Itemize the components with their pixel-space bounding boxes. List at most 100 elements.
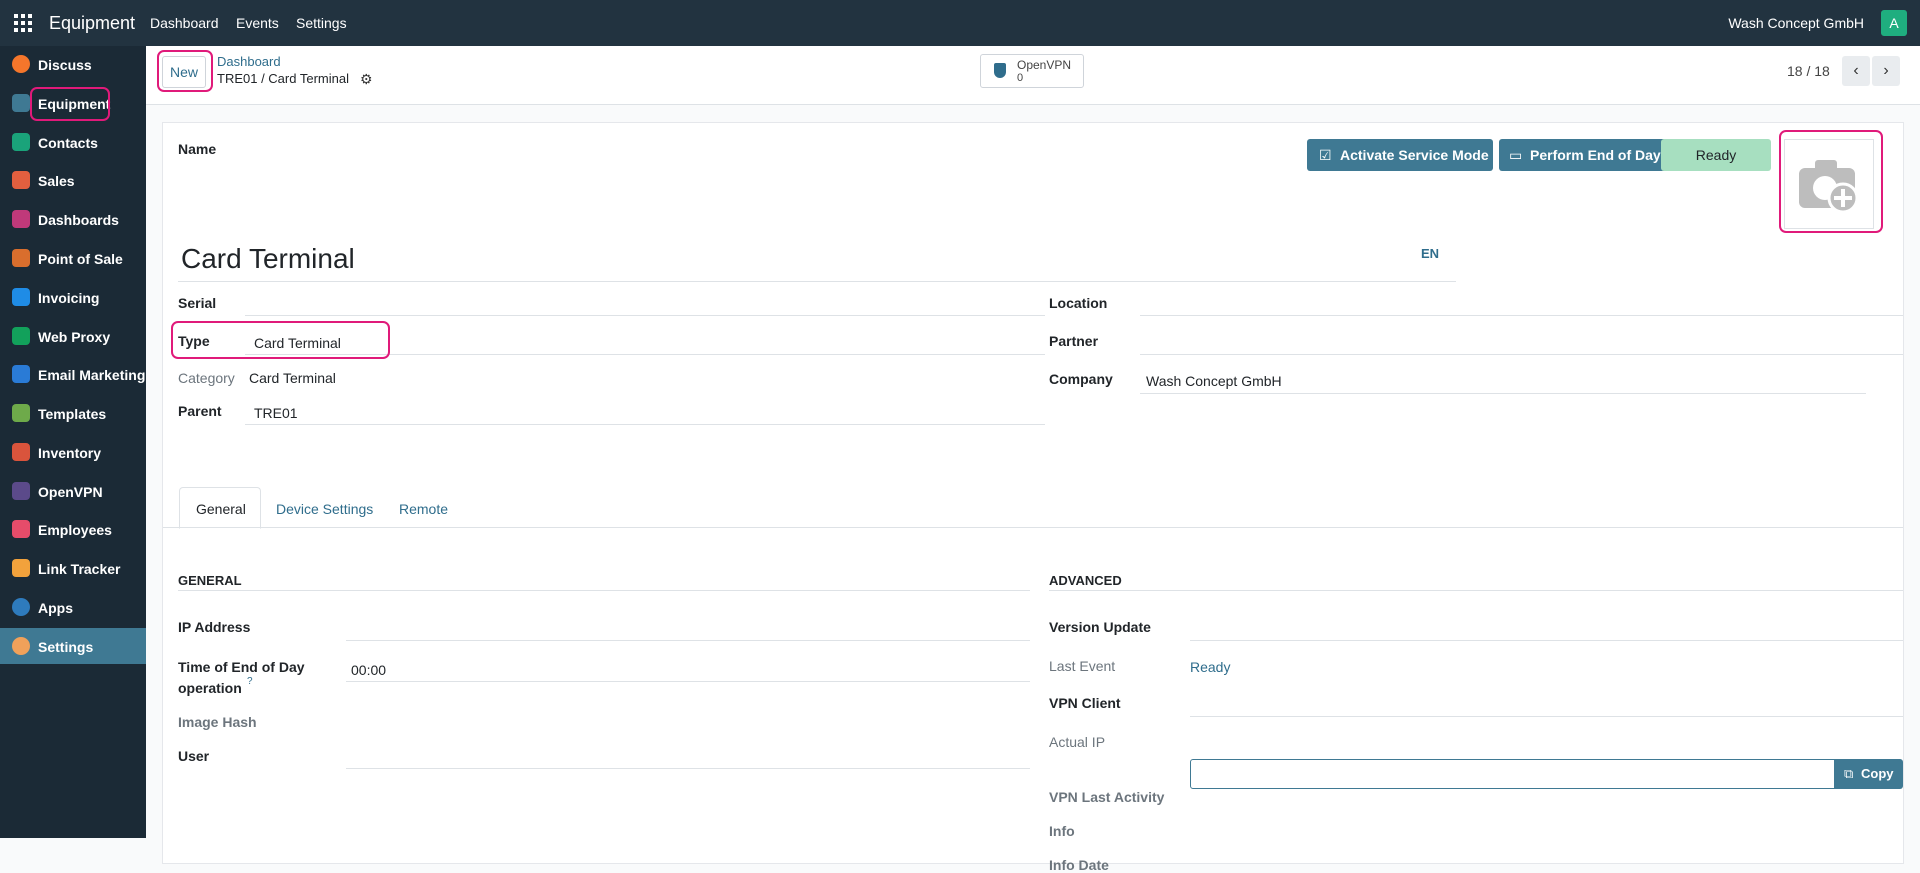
openvpn-icon <box>12 482 30 500</box>
highlight-image-upload <box>1779 130 1883 233</box>
perform-end-of-day-button[interactable]: ▭ Perform End of Day <box>1499 139 1667 171</box>
tabs-divider <box>163 527 1903 528</box>
general-section-line <box>178 590 1030 591</box>
sidebar-item-web-proxy[interactable]: Web Proxy <box>0 318 146 354</box>
menu-dashboard[interactable]: Dashboard <box>150 15 219 31</box>
partner-field[interactable] <box>1140 354 1903 355</box>
name-label: Name <box>178 141 217 157</box>
highlight-new-button <box>157 50 213 92</box>
general-section-title: GENERAL <box>178 573 242 588</box>
last-event-value: Ready <box>1190 659 1231 675</box>
eod-time-underline <box>346 681 1030 682</box>
info-label: Info <box>1049 823 1075 839</box>
form-sheet: Name ☑ Activate Service Mode ▭ Perform E… <box>162 122 1904 873</box>
eod-time-label-2: operation <box>178 680 242 696</box>
version-update-field[interactable] <box>1190 640 1903 641</box>
equipment-icon <box>12 94 30 112</box>
sidebar-item-templates[interactable]: Templates <box>0 395 146 431</box>
app-grid-icon[interactable] <box>14 14 32 32</box>
company-field[interactable]: Wash Concept GmbH <box>1146 373 1282 389</box>
version-update-label: Version Update <box>1049 619 1151 635</box>
breadcrumb-dashboard[interactable]: Dashboard <box>217 54 281 69</box>
sidebar-item-sales[interactable]: Sales <box>0 162 146 198</box>
highlight-equipment <box>30 87 110 121</box>
category-label: Category <box>178 370 235 386</box>
control-panel: New Dashboard TRE01 / Card Terminal ⚙ Op… <box>146 46 1920 105</box>
record-title[interactable]: Card Terminal <box>181 243 355 275</box>
last-event-label: Last Event <box>1049 658 1116 674</box>
partner-label: Partner <box>1049 333 1099 349</box>
gear-icon[interactable]: ⚙ <box>360 71 373 88</box>
openvpn-smart-button[interactable]: OpenVPN 0 <box>980 54 1084 88</box>
location-label: Location <box>1049 295 1108 311</box>
settings-icon <box>12 637 30 655</box>
actual-ip-label: Actual IP <box>1049 734 1106 750</box>
templates-icon <box>12 404 30 422</box>
activate-service-mode-button[interactable]: ☑ Activate Service Mode <box>1307 139 1493 171</box>
tab-remote[interactable]: Remote <box>399 501 448 517</box>
contacts-icon <box>12 133 30 151</box>
copy-button[interactable]: ⧉ Copy <box>1834 759 1903 789</box>
pager-value[interactable]: 18 / 18 <box>1787 63 1830 79</box>
parent-label: Parent <box>178 403 222 419</box>
advanced-section-title: ADVANCED <box>1049 573 1122 588</box>
title-underline <box>178 281 1456 282</box>
sidebar-item-invoicing[interactable]: Invoicing <box>0 279 146 315</box>
company-switcher[interactable]: Wash Concept GmbH <box>1728 15 1864 31</box>
sidebar-item-discuss[interactable]: Discuss <box>0 46 146 82</box>
user-avatar[interactable]: A <box>1881 10 1907 36</box>
sidebar-item-settings[interactable]: Settings <box>0 628 146 664</box>
sidebar-item-apps[interactable]: Apps <box>0 589 146 625</box>
sidebar-item-employees[interactable]: Employees <box>0 511 146 547</box>
eod-time-label: Time of End of Day <box>178 659 305 675</box>
category-value: Card Terminal <box>249 370 336 386</box>
company-underline <box>1140 393 1866 394</box>
menu-events[interactable]: Events <box>236 15 279 31</box>
highlight-type-field <box>171 321 390 359</box>
credit-card-icon: ▭ <box>1509 147 1523 163</box>
sidebar-item-inventory[interactable]: Inventory <box>0 434 146 470</box>
app-name[interactable]: Equipment <box>49 13 135 34</box>
main-content: New Dashboard TRE01 / Card Terminal ⚙ Op… <box>146 46 1920 873</box>
vpn-last-activity-label: VPN Last Activity <box>1049 789 1165 805</box>
chevron-left-icon[interactable]: ‹ <box>1842 56 1870 86</box>
ip-address-label: IP Address <box>178 619 251 635</box>
user-field[interactable] <box>346 768 1030 769</box>
tab-general[interactable]: General <box>196 501 246 517</box>
sidebar-item-dashboards[interactable]: Dashboards <box>0 201 146 237</box>
checkbox-icon: ☑ <box>1319 147 1332 163</box>
image-hash-label: Image Hash <box>178 714 257 730</box>
invoicing-icon <box>12 288 30 306</box>
sidebar-item-link-tracker[interactable]: Link Tracker <box>0 550 146 586</box>
parent-field[interactable]: TRE01 <box>254 405 298 421</box>
advanced-section-line <box>1049 590 1903 591</box>
sidebar-item-point-of-sale[interactable]: Point of Sale <box>0 240 146 276</box>
chevron-right-icon[interactable]: › <box>1872 56 1900 86</box>
help-icon[interactable]: ? <box>247 676 253 687</box>
email-marketing-icon <box>12 365 30 383</box>
serial-label: Serial <box>178 295 217 311</box>
language-toggle[interactable]: EN <box>1421 246 1439 261</box>
point-of-sale-icon <box>12 249 30 267</box>
company-label: Company <box>1049 371 1113 387</box>
vpn-client-field[interactable] <box>1190 716 1903 717</box>
sidebar-item-openvpn[interactable]: OpenVPN <box>0 473 146 509</box>
breadcrumb-current: TRE01 / Card Terminal <box>217 71 349 86</box>
actual-ip-input[interactable] <box>1190 759 1836 789</box>
info-date-label: Info Date <box>1049 857 1109 873</box>
tab-device-settings[interactable]: Device Settings <box>276 501 373 517</box>
status-badge[interactable]: Ready <box>1661 139 1771 171</box>
dashboards-icon <box>12 210 30 228</box>
discuss-icon <box>12 55 30 73</box>
serial-field[interactable] <box>245 315 1045 316</box>
location-field[interactable] <box>1140 315 1903 316</box>
ip-address-field[interactable] <box>346 640 1030 641</box>
sidebar-item-contacts[interactable]: Contacts <box>0 124 146 160</box>
sidebar-item-email-marketing[interactable]: Email Marketing <box>0 356 146 392</box>
eod-time-field[interactable]: 00:00 <box>351 662 386 678</box>
employees-icon <box>12 520 30 538</box>
user-label: User <box>178 748 210 764</box>
copy-icon: ⧉ <box>1844 766 1854 781</box>
parent-underline <box>245 424 1045 425</box>
menu-settings[interactable]: Settings <box>296 15 347 31</box>
